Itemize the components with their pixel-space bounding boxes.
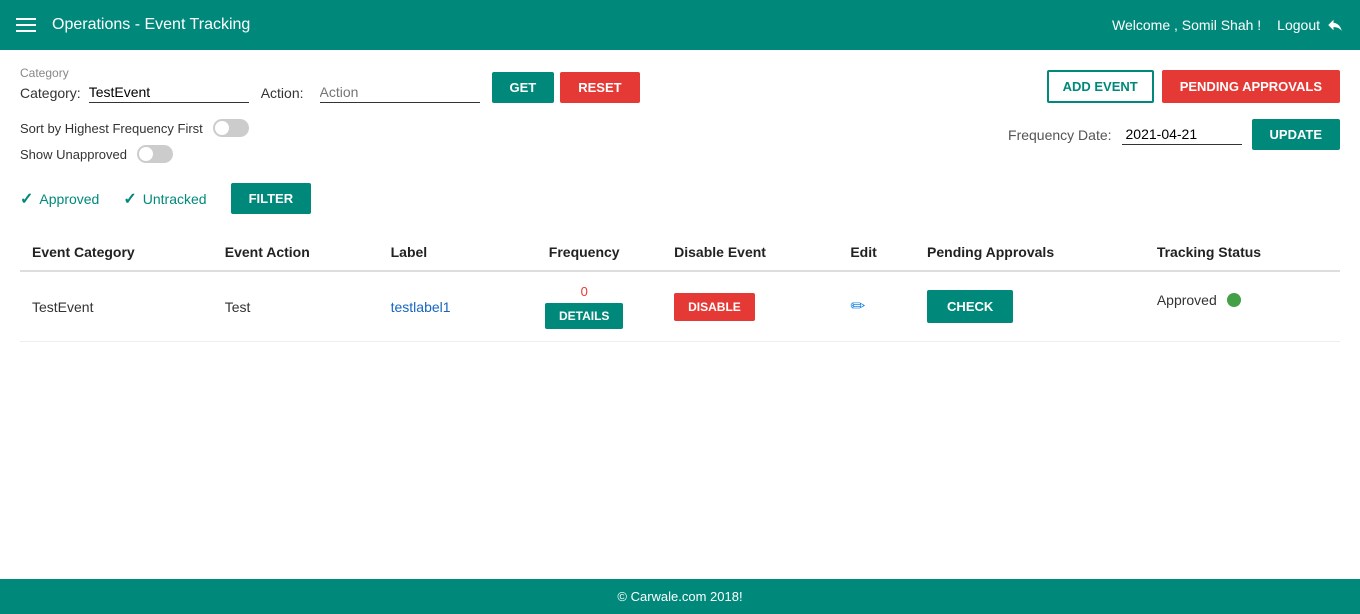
- sort-toggle-label: Sort by Highest Frequency First: [20, 121, 203, 136]
- reset-button[interactable]: RESET: [560, 72, 639, 103]
- welcome-text: Welcome , Somil Shah !: [1112, 17, 1261, 33]
- add-event-button[interactable]: ADD EVENT: [1047, 70, 1154, 103]
- disable-button[interactable]: DISABLE: [674, 293, 755, 321]
- filter-button[interactable]: FILTER: [231, 183, 312, 214]
- app-header: Operations - Event Tracking Welcome , So…: [0, 0, 1360, 50]
- header-action-buttons: ADD EVENT PENDING APPROVALS: [1047, 70, 1340, 103]
- check-button[interactable]: CHECK: [927, 290, 1013, 323]
- legend-filter-row: ✓ Approved ✓ Untracked FILTER: [20, 183, 1340, 214]
- col-tracking-status: Tracking Status: [1145, 234, 1340, 271]
- untracked-legend: ✓ Untracked: [123, 189, 206, 209]
- app-title: Operations - Event Tracking: [52, 16, 250, 34]
- row-event-action: Test: [213, 271, 379, 342]
- category-inline: Category:: [20, 82, 249, 103]
- category-input[interactable]: [89, 82, 249, 103]
- hamburger-menu[interactable]: [16, 18, 36, 32]
- footer-text: © Carwale.com 2018!: [617, 589, 742, 604]
- frequency-date-label: Frequency Date:: [1008, 127, 1112, 143]
- middle-section: Sort by Highest Frequency First Show Una…: [20, 119, 1340, 179]
- header-right: Welcome , Somil Shah ! Logout: [1112, 16, 1344, 34]
- col-event-category: Event Category: [20, 234, 213, 271]
- action-label: Action:: [261, 85, 304, 101]
- col-pending-approvals: Pending Approvals: [915, 234, 1145, 271]
- row-disable-event: DISABLE: [662, 271, 838, 342]
- events-table-container: Event Category Event Action Label Freque…: [20, 234, 1340, 342]
- category-float-label: Category: [20, 66, 249, 80]
- row-edit: ✏: [838, 271, 915, 342]
- row-event-category: TestEvent: [20, 271, 213, 342]
- table-header: Event Category Event Action Label Freque…: [20, 234, 1340, 271]
- category-label: Category:: [20, 85, 81, 101]
- show-unapproved-toggle[interactable]: [137, 145, 173, 163]
- col-event-action: Event Action: [213, 234, 379, 271]
- approved-checkmark: ✓: [20, 189, 33, 209]
- sort-toggle[interactable]: [213, 119, 249, 137]
- header-left: Operations - Event Tracking: [16, 16, 250, 34]
- tracking-status-text: Approved: [1157, 292, 1217, 308]
- sort-toggle-row: Sort by Highest Frequency First: [20, 119, 249, 137]
- approved-legend: ✓ Approved: [20, 189, 99, 209]
- table-body: TestEvent Test testlabel1 0 DETAILS DISA…: [20, 271, 1340, 342]
- logout-button[interactable]: Logout: [1277, 16, 1344, 34]
- show-unapproved-toggle-row: Show Unapproved: [20, 145, 249, 163]
- toggle-section: Sort by Highest Frequency First Show Una…: [20, 119, 249, 163]
- frequency-date-input[interactable]: [1122, 124, 1242, 145]
- table-row: TestEvent Test testlabel1 0 DETAILS DISA…: [20, 271, 1340, 342]
- update-button[interactable]: UPDATE: [1252, 119, 1340, 150]
- get-reset-group: GET RESET: [492, 72, 640, 103]
- category-field-group: Category Category:: [20, 66, 249, 103]
- details-button[interactable]: DETAILS: [545, 303, 623, 329]
- row-frequency-cell: 0 DETAILS: [506, 271, 662, 342]
- get-button[interactable]: GET: [492, 72, 555, 103]
- page-footer: © Carwale.com 2018!: [0, 579, 1360, 614]
- row-pending-approvals: CHECK: [915, 271, 1145, 342]
- col-frequency: Frequency: [506, 234, 662, 271]
- pending-approvals-button[interactable]: PENDING APPROVALS: [1162, 70, 1340, 103]
- table-header-row: Event Category Event Action Label Freque…: [20, 234, 1340, 271]
- action-input[interactable]: [320, 82, 480, 103]
- edit-icon[interactable]: ✏: [850, 296, 865, 316]
- action-field-group: Action:: [261, 82, 480, 103]
- main-content: Category Category: Action: GET RESET ADD…: [0, 50, 1360, 579]
- frequency-date-row: Frequency Date: UPDATE: [1008, 119, 1340, 150]
- events-table: Event Category Event Action Label Freque…: [20, 234, 1340, 342]
- untracked-checkmark: ✓: [123, 189, 136, 209]
- frequency-count: 0: [518, 284, 650, 299]
- col-disable-event: Disable Event: [662, 234, 838, 271]
- col-label: Label: [379, 234, 507, 271]
- tracking-status-dot: [1227, 293, 1241, 307]
- row-label: testlabel1: [379, 271, 507, 342]
- col-edit: Edit: [838, 234, 915, 271]
- untracked-legend-label: Untracked: [143, 191, 207, 207]
- label-link[interactable]: testlabel1: [391, 299, 451, 315]
- logout-icon: [1326, 16, 1344, 34]
- top-controls-row: Category Category: Action: GET RESET ADD…: [20, 66, 1340, 103]
- row-tracking-status: Approved: [1145, 272, 1340, 320]
- show-unapproved-label: Show Unapproved: [20, 147, 127, 162]
- approved-legend-label: Approved: [39, 191, 99, 207]
